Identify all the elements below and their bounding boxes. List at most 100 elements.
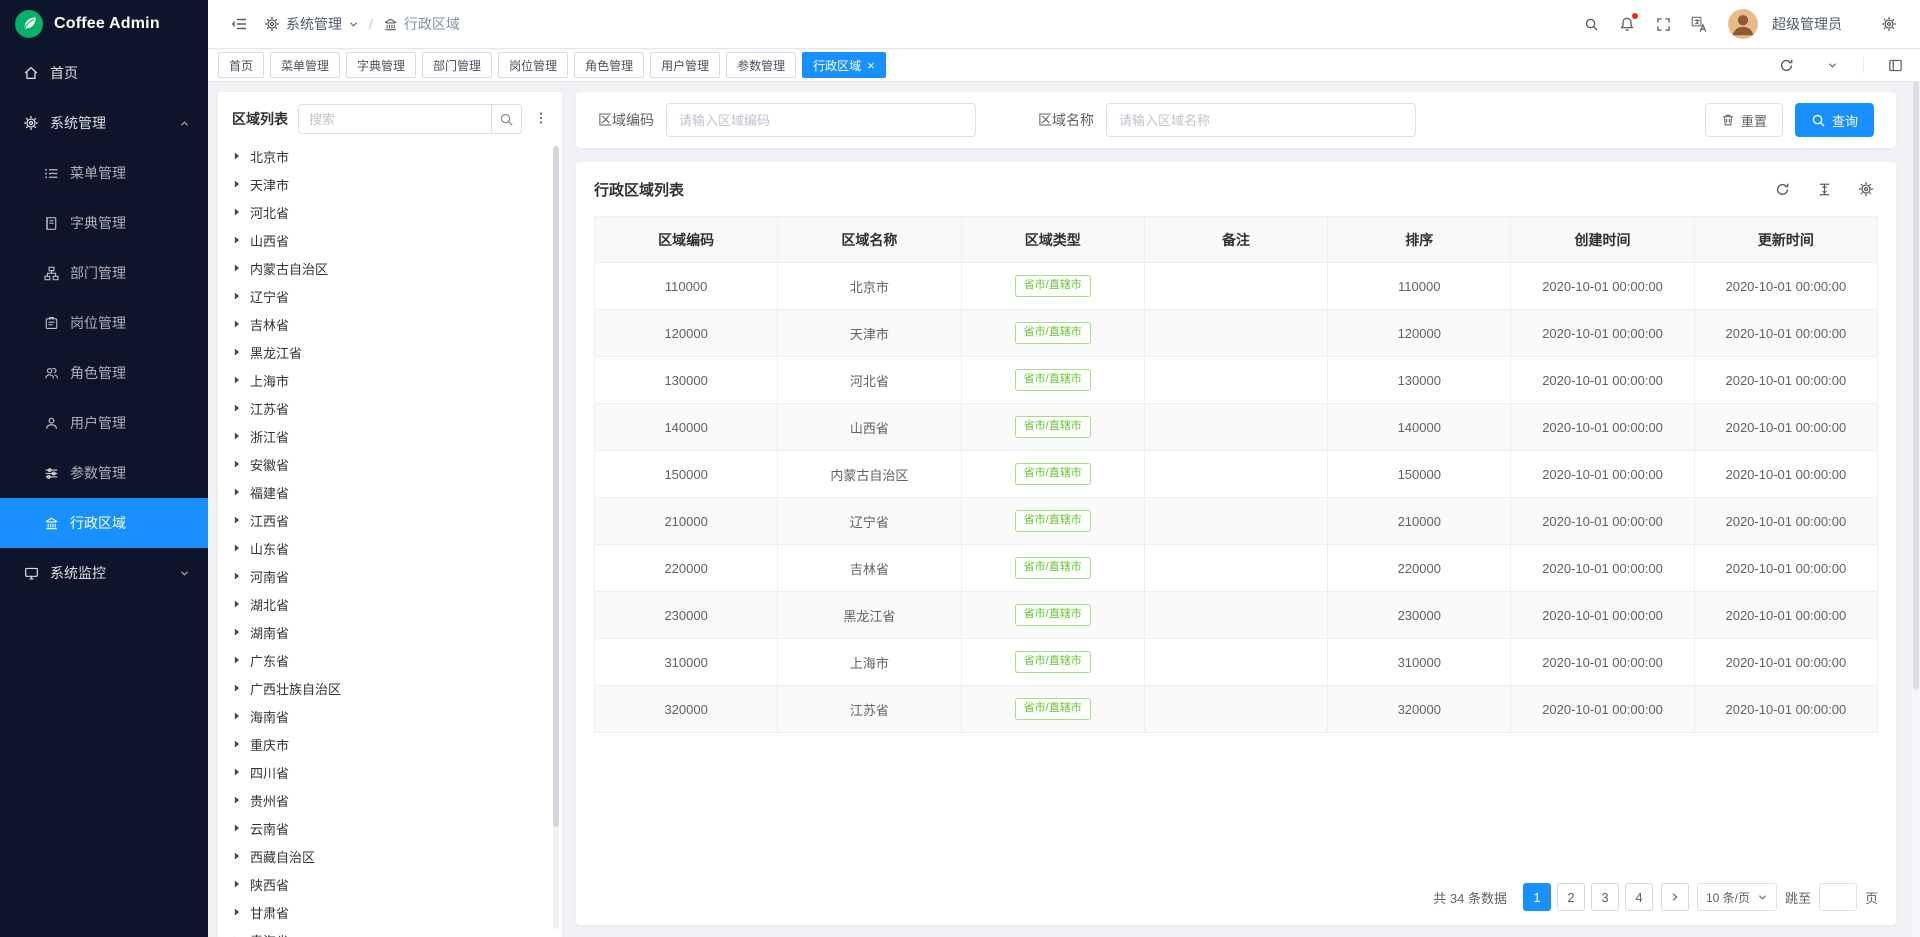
cell-created: 2020-10-01 00:00:00 <box>1511 498 1694 545</box>
tree-item[interactable]: 广东省 <box>232 646 550 674</box>
sidebar-item-menu-management[interactable]: 菜单管理 <box>0 148 208 198</box>
page-button-2[interactable]: 2 <box>1557 883 1585 911</box>
table-settings-icon[interactable] <box>1854 177 1878 201</box>
query-button[interactable]: 查询 <box>1795 103 1874 137</box>
sidebar-item-user-management[interactable]: 用户管理 <box>0 398 208 448</box>
region-search-input[interactable] <box>299 112 491 127</box>
table-row[interactable]: 130000河北省省市/直辖市1300002020-10-01 00:00:00… <box>595 357 1878 404</box>
tree-item[interactable]: 江西省 <box>232 506 550 534</box>
collapse-sidebar-icon[interactable] <box>224 9 254 39</box>
app-logo[interactable]: Coffee Admin <box>0 0 208 48</box>
tree-item[interactable]: 云南省 <box>232 814 550 842</box>
tree-item[interactable]: 江苏省 <box>232 394 550 422</box>
translate-icon[interactable] <box>1684 9 1714 39</box>
tree-item[interactable]: 河北省 <box>232 198 550 226</box>
tree-item[interactable]: 湖南省 <box>232 618 550 646</box>
notification-bell-icon[interactable] <box>1612 9 1642 39</box>
table-row[interactable]: 220000吉林省省市/直辖市2200002020-10-01 00:00:00… <box>595 545 1878 592</box>
tab-admin-region[interactable]: 行政区域× <box>802 52 886 78</box>
tree-item[interactable]: 山西省 <box>232 226 550 254</box>
next-page-button[interactable] <box>1661 883 1689 911</box>
tree-item[interactable]: 黑龙江省 <box>232 338 550 366</box>
search-icon[interactable] <box>1576 9 1606 39</box>
tree-item[interactable]: 安徽省 <box>232 450 550 478</box>
page-button-3[interactable]: 3 <box>1591 883 1619 911</box>
tab-menu-chevron-icon[interactable] <box>1817 50 1847 80</box>
sidebar-item-param-management[interactable]: 参数管理 <box>0 448 208 498</box>
sidebar-item-dept-management[interactable]: 部门管理 <box>0 248 208 298</box>
table-row[interactable]: 320000江苏省省市/直辖市3200002020-10-01 00:00:00… <box>595 686 1878 733</box>
region-code-input[interactable] <box>666 103 976 137</box>
tab-post-management[interactable]: 岗位管理 <box>498 52 568 78</box>
close-icon[interactable]: × <box>867 59 875 72</box>
tab-dict-management[interactable]: 字典管理 <box>346 52 416 78</box>
tree-item[interactable]: 青海省 <box>232 926 550 937</box>
pagination-pages: 1234 <box>1523 883 1653 911</box>
page-button-4[interactable]: 4 <box>1625 883 1653 911</box>
sidebar-item-system-management[interactable]: 系统管理 <box>0 98 208 148</box>
tab-role-management[interactable]: 角色管理 <box>574 52 644 78</box>
tree-item[interactable]: 重庆市 <box>232 730 550 758</box>
tree-item[interactable]: 福建省 <box>232 478 550 506</box>
tree-item[interactable]: 河南省 <box>232 562 550 590</box>
cell-sort: 150000 <box>1328 451 1511 498</box>
tree-item[interactable]: 湖北省 <box>232 590 550 618</box>
tree-item[interactable]: 甘肃省 <box>232 898 550 926</box>
table-refresh-icon[interactable] <box>1770 177 1794 201</box>
tree-item[interactable]: 天津市 <box>232 170 550 198</box>
refresh-tab-icon[interactable] <box>1771 50 1801 80</box>
tree-item[interactable]: 西藏自治区 <box>232 842 550 870</box>
fullscreen-icon[interactable] <box>1648 9 1678 39</box>
table-row[interactable]: 230000黑龙江省省市/直辖市2300002020-10-01 00:00:0… <box>595 592 1878 639</box>
tree-item[interactable]: 贵州省 <box>232 786 550 814</box>
tree-more-menu-icon[interactable] <box>532 109 550 130</box>
content-expand-icon[interactable] <box>1880 50 1910 80</box>
sidebar-item-post-management[interactable]: 岗位管理 <box>0 298 208 348</box>
sidebar-item-admin-region[interactable]: 行政区域 <box>0 498 208 548</box>
table-row[interactable]: 110000北京市省市/直辖市1100002020-10-01 00:00:00… <box>595 263 1878 310</box>
page-scrollbar[interactable] <box>1912 49 1920 937</box>
tab-menu-management[interactable]: 菜单管理 <box>270 52 340 78</box>
avatar[interactable] <box>1728 9 1758 39</box>
cell-remark <box>1144 263 1327 310</box>
tab-dept-management[interactable]: 部门管理 <box>422 52 492 78</box>
table-row[interactable]: 310000上海市省市/直辖市3100002020-10-01 00:00:00… <box>595 639 1878 686</box>
settings-gear-icon[interactable] <box>1874 9 1904 39</box>
tree-item[interactable]: 海南省 <box>232 702 550 730</box>
tree-item[interactable]: 陕西省 <box>232 870 550 898</box>
tree-item[interactable]: 吉林省 <box>232 310 550 338</box>
tree-scrollbar-thumb[interactable] <box>553 146 559 827</box>
tab-param-management[interactable]: 参数管理 <box>726 52 796 78</box>
table-density-icon[interactable] <box>1812 177 1836 201</box>
tab-home[interactable]: 首页 <box>218 52 264 78</box>
page-button-1[interactable]: 1 <box>1523 883 1551 911</box>
tree-item[interactable]: 辽宁省 <box>232 282 550 310</box>
reset-button[interactable]: 重置 <box>1705 103 1783 137</box>
region-search-button[interactable] <box>491 105 521 133</box>
table-row[interactable]: 150000内蒙古自治区省市/直辖市1500002020-10-01 00:00… <box>595 451 1878 498</box>
page-size-select[interactable]: 10 条/页 <box>1697 883 1777 911</box>
region-name-input[interactable] <box>1106 103 1416 137</box>
sidebar-item-home[interactable]: 首页 <box>0 48 208 98</box>
current-user-name[interactable]: 超级管理员 <box>1772 14 1842 34</box>
tree-item-label: 重庆市 <box>250 735 289 754</box>
page-scrollbar-thumb[interactable] <box>1913 51 1919 690</box>
tree-item[interactable]: 浙江省 <box>232 422 550 450</box>
table-row[interactable]: 120000天津市省市/直辖市1200002020-10-01 00:00:00… <box>595 310 1878 357</box>
tree-item[interactable]: 四川省 <box>232 758 550 786</box>
sidebar-item-dict-management[interactable]: 字典管理 <box>0 198 208 248</box>
tree-item[interactable]: 山东省 <box>232 534 550 562</box>
sidebar-item-system-monitor[interactable]: 系统监控 <box>0 548 208 598</box>
table-row[interactable]: 210000辽宁省省市/直辖市2100002020-10-01 00:00:00… <box>595 498 1878 545</box>
tree-item[interactable]: 北京市 <box>232 142 550 170</box>
table-row[interactable]: 140000山西省省市/直辖市1400002020-10-01 00:00:00… <box>595 404 1878 451</box>
tab-user-management[interactable]: 用户管理 <box>650 52 720 78</box>
tree-item[interactable]: 内蒙古自治区 <box>232 254 550 282</box>
tree-scrollbar[interactable] <box>553 146 559 929</box>
tree-item[interactable]: 上海市 <box>232 366 550 394</box>
breadcrumb-system-management[interactable]: 系统管理 <box>264 14 359 34</box>
jump-page-input[interactable] <box>1819 883 1857 911</box>
tree-item[interactable]: 广西壮族自治区 <box>232 674 550 702</box>
sidebar-item-role-management[interactable]: 角色管理 <box>0 348 208 398</box>
breadcrumb-admin-region[interactable]: 行政区域 <box>383 14 460 34</box>
